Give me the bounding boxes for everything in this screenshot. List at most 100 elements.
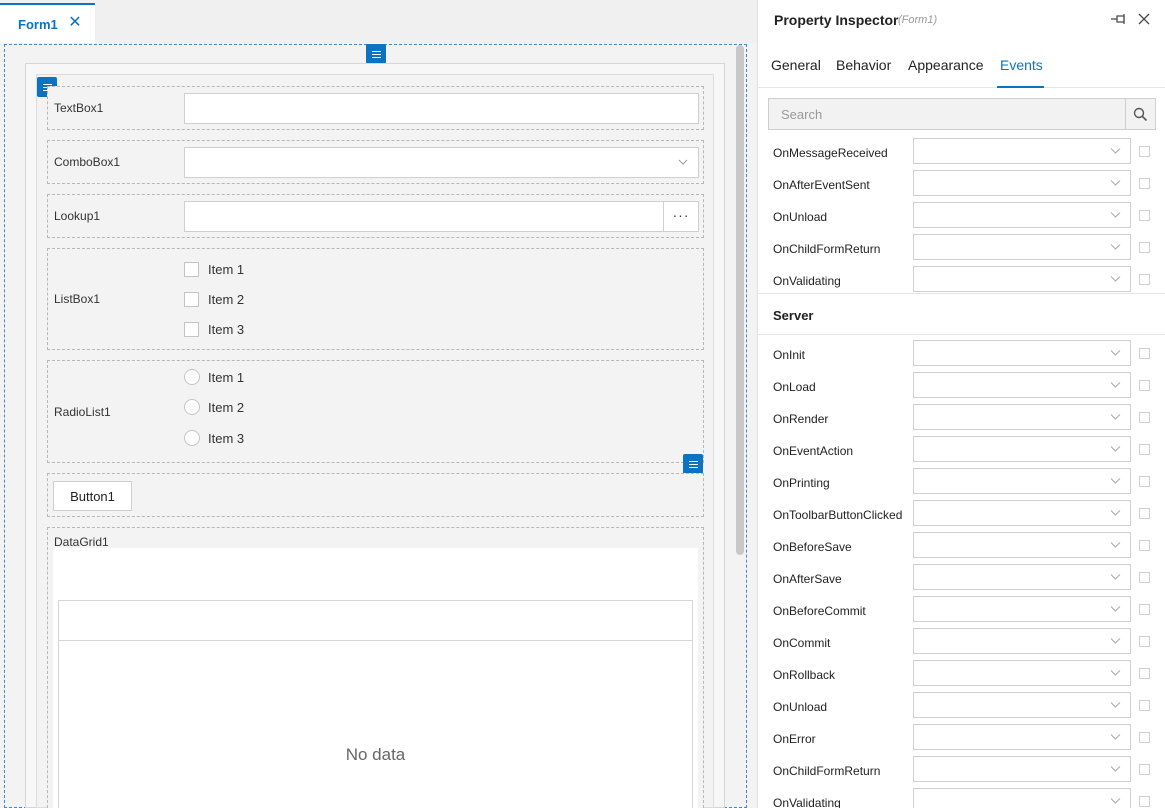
- event-checkbox[interactable]: [1139, 572, 1150, 583]
- event-checkbox[interactable]: [1139, 146, 1150, 157]
- event-handler-select[interactable]: [913, 372, 1131, 398]
- textbox1-row[interactable]: TextBox1: [47, 86, 704, 130]
- lookup1-input[interactable]: ···: [184, 201, 699, 232]
- event-handler-select[interactable]: [913, 660, 1131, 686]
- radio-icon[interactable]: [184, 430, 200, 446]
- inspector-title: Property Inspector: [774, 12, 899, 28]
- event-handler-select[interactable]: [913, 628, 1131, 654]
- event-handler-select[interactable]: [913, 564, 1131, 590]
- close-icon[interactable]: [1136, 11, 1152, 27]
- chevron-down-icon: [1110, 670, 1121, 676]
- event-name: OnPrinting: [773, 476, 830, 490]
- datagrid1-row[interactable]: DataGrid1 No data: [47, 527, 704, 808]
- canvas-menu-handle-icon[interactable]: [366, 44, 386, 64]
- event-checkbox[interactable]: [1139, 796, 1150, 807]
- radiolist1-item-3[interactable]: Item 3: [184, 429, 244, 447]
- document-tabstrip: Form1 ✕: [0, 0, 757, 43]
- event-handler-select[interactable]: [913, 756, 1131, 782]
- control-menu-handle-icon[interactable]: [683, 454, 703, 474]
- event-handler-select[interactable]: [913, 596, 1131, 622]
- event-checkbox[interactable]: [1139, 508, 1150, 519]
- textbox1-input[interactable]: [184, 93, 699, 124]
- search-button[interactable]: [1125, 99, 1155, 129]
- checkbox-icon[interactable]: [184, 291, 199, 307]
- listbox1-row[interactable]: ListBox1 Item 1 Item 2 Item 3: [47, 248, 704, 350]
- event-handler-select[interactable]: [913, 340, 1131, 366]
- event-handler-select[interactable]: [913, 532, 1131, 558]
- event-handler-select[interactable]: [913, 234, 1131, 260]
- close-tab-icon[interactable]: ✕: [68, 15, 82, 31]
- lookup1-row[interactable]: Lookup1 ···: [47, 194, 704, 238]
- event-name: OnUnload: [773, 210, 828, 224]
- event-checkbox[interactable]: [1139, 348, 1150, 359]
- event-checkbox[interactable]: [1139, 178, 1150, 189]
- event-name: OnBeforeCommit: [773, 604, 866, 618]
- lookup1-ellipsis-button[interactable]: ···: [663, 202, 698, 231]
- event-checkbox[interactable]: [1139, 604, 1150, 615]
- radio-icon[interactable]: [184, 369, 200, 385]
- event-name: OnLoad: [773, 380, 816, 394]
- radiolist1-item-2[interactable]: Item 2: [184, 398, 244, 416]
- chevron-down-icon: [1110, 510, 1121, 516]
- event-checkbox[interactable]: [1139, 700, 1150, 711]
- event-handler-select[interactable]: [913, 788, 1131, 808]
- event-checkbox[interactable]: [1139, 412, 1150, 423]
- event-handler-select[interactable]: [913, 436, 1131, 462]
- event-handler-select[interactable]: [913, 138, 1131, 164]
- event-handler-select[interactable]: [913, 266, 1131, 292]
- button1[interactable]: Button1: [53, 481, 132, 511]
- checkbox-icon[interactable]: [184, 321, 199, 337]
- event-name: OnValidating: [773, 796, 841, 808]
- radiolist1-item-1[interactable]: Item 1: [184, 368, 244, 386]
- listbox1-item-3[interactable]: Item 3: [184, 320, 244, 338]
- event-handler-select[interactable]: [913, 468, 1131, 494]
- event-checkbox[interactable]: [1139, 274, 1150, 285]
- combobox1-input[interactable]: [184, 147, 699, 178]
- radiolist1-row[interactable]: RadioList1 Item 1 Item 2 Item 3: [47, 360, 704, 463]
- event-checkbox[interactable]: [1139, 444, 1150, 455]
- event-checkbox[interactable]: [1139, 476, 1150, 487]
- event-name: OnToolbarButtonClicked: [773, 508, 903, 522]
- event-checkbox[interactable]: [1139, 242, 1150, 253]
- event-handler-select[interactable]: [913, 692, 1131, 718]
- event-checkbox[interactable]: [1139, 764, 1150, 775]
- event-checkbox[interactable]: [1139, 732, 1150, 743]
- form-designer: Form1 ✕ TextBox1 ComboBox1 Lookup1 ··· L…: [0, 0, 757, 808]
- event-checkbox[interactable]: [1139, 636, 1150, 647]
- tab-general[interactable]: General: [771, 57, 821, 73]
- chevron-down-icon: [1110, 244, 1121, 250]
- event-checkbox[interactable]: [1139, 668, 1150, 679]
- chevron-down-icon: [1110, 574, 1121, 580]
- event-checkbox[interactable]: [1139, 380, 1150, 391]
- button1-row[interactable]: Button1: [47, 473, 704, 517]
- datagrid1-table[interactable]: No data: [58, 600, 693, 808]
- tab-events[interactable]: Events: [1000, 57, 1043, 73]
- listbox1-item-1[interactable]: Item 1: [184, 260, 244, 278]
- event-handler-select[interactable]: [913, 202, 1131, 228]
- chevron-down-icon: [678, 159, 688, 165]
- checkbox-icon[interactable]: [184, 261, 199, 277]
- chevron-down-icon: [1110, 702, 1121, 708]
- chevron-down-icon: [1110, 798, 1121, 804]
- radio-icon[interactable]: [184, 399, 200, 415]
- tab-form1[interactable]: Form1 ✕: [0, 3, 95, 43]
- event-handler-select[interactable]: [913, 170, 1131, 196]
- event-name: OnCommit: [773, 636, 831, 650]
- search-input[interactable]: [769, 99, 1127, 129]
- event-row: OnInit: [758, 339, 1165, 371]
- radiolist1-item-2-label: Item 2: [208, 399, 245, 415]
- event-checkbox[interactable]: [1139, 210, 1150, 221]
- combobox1-label: ComboBox1: [54, 155, 121, 169]
- tab-appearance[interactable]: Appearance: [908, 57, 984, 73]
- tab-behavior[interactable]: Behavior: [836, 57, 891, 73]
- event-checkbox[interactable]: [1139, 540, 1150, 551]
- event-handler-select[interactable]: [913, 724, 1131, 750]
- event-handler-select[interactable]: [913, 500, 1131, 526]
- canvas-scrollbar[interactable]: [736, 45, 744, 555]
- listbox1-item-2[interactable]: Item 2: [184, 290, 244, 308]
- event-row: OnError: [758, 723, 1165, 755]
- lookup1-label: Lookup1: [54, 209, 101, 223]
- pin-icon[interactable]: [1110, 11, 1128, 27]
- event-handler-select[interactable]: [913, 404, 1131, 430]
- combobox1-row[interactable]: ComboBox1: [47, 140, 704, 184]
